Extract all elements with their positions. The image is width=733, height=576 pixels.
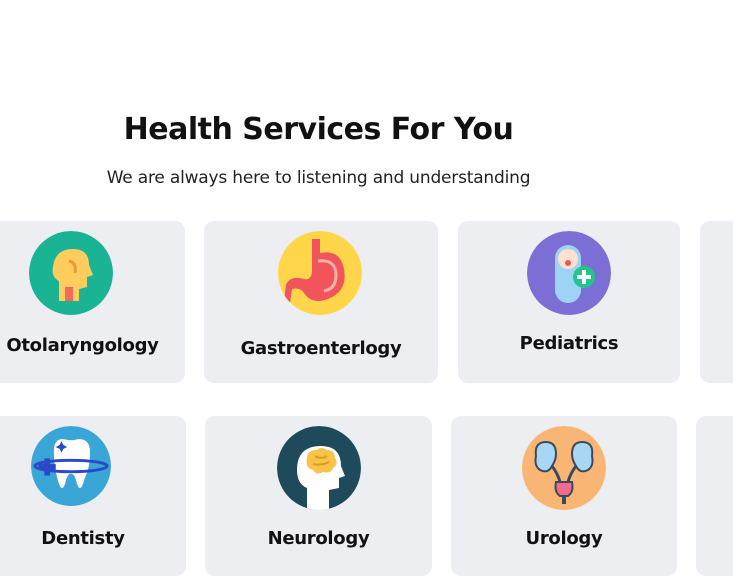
service-card-partial[interactable]	[696, 416, 733, 576]
service-label: Pediatrics	[519, 333, 619, 354]
service-card-otolaryngology[interactable]: Otolaryngology	[0, 221, 185, 383]
service-label: Dentisty	[41, 528, 125, 549]
service-card-gastroenterology[interactable]: Gastroenterlogy	[204, 221, 438, 383]
throat-icon	[29, 231, 113, 315]
kidney-icon	[522, 426, 606, 510]
service-card-urology[interactable]: Urology	[451, 416, 677, 576]
service-card-pediatrics[interactable]: Pediatrics	[458, 221, 680, 383]
service-label: Gastroenterlogy	[240, 338, 402, 359]
service-card-dentistry[interactable]: Dentisty	[0, 416, 186, 576]
section-subtitle: We are always here to listening and unde…	[106, 168, 531, 188]
brain-icon	[277, 426, 361, 510]
baby-icon	[527, 231, 611, 315]
tooth-icon	[31, 426, 111, 506]
stomach-icon	[278, 231, 362, 315]
service-card-neurology[interactable]: Neurology	[205, 416, 432, 576]
service-card-partial[interactable]	[700, 221, 733, 383]
service-label: Neurology	[267, 528, 370, 549]
section-title: Health Services For You	[123, 112, 514, 147]
service-label: Otolaryngology	[6, 335, 159, 356]
service-label: Urology	[525, 528, 603, 549]
